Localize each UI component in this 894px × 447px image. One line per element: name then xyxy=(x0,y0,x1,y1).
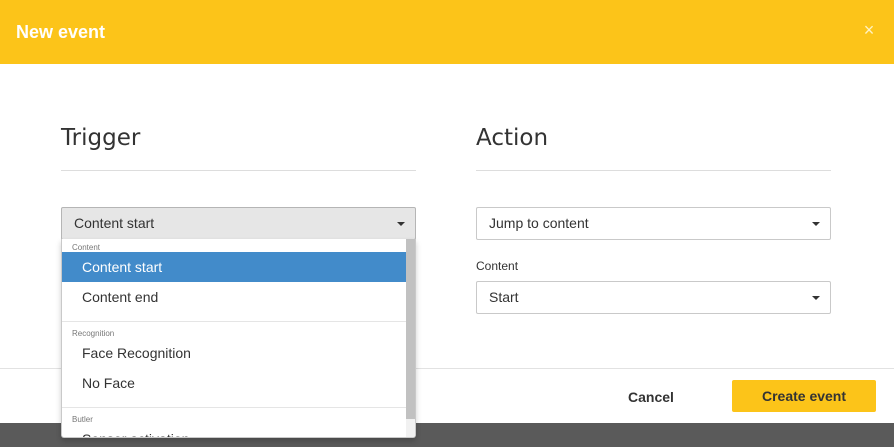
close-icon[interactable]: × xyxy=(858,18,880,42)
trigger-select[interactable]: Content start xyxy=(61,207,416,240)
action-select-value: Jump to content xyxy=(489,215,589,231)
trigger-divider xyxy=(61,170,416,171)
content-field-label: Content xyxy=(476,259,519,273)
create-event-button[interactable]: Create event xyxy=(732,380,876,412)
option-sensor-activation[interactable]: Sensor activation xyxy=(62,424,406,437)
action-divider xyxy=(476,170,831,171)
group-separator xyxy=(62,321,406,322)
content-select-value: Start xyxy=(489,289,519,305)
cancel-button[interactable]: Cancel xyxy=(616,381,686,413)
trigger-title: Trigger xyxy=(61,125,141,151)
trigger-dropdown-list[interactable]: Content Content start Content end Recogn… xyxy=(61,239,416,438)
option-no-face[interactable]: No Face xyxy=(62,368,406,398)
dropdown-scrollbar-thumb[interactable] xyxy=(406,239,415,419)
action-title: Action xyxy=(476,125,549,151)
caret-down-icon xyxy=(397,222,405,226)
content-select[interactable]: Start xyxy=(476,281,831,314)
option-content-start[interactable]: Content start xyxy=(62,252,406,282)
option-face-recognition[interactable]: Face Recognition xyxy=(62,338,406,368)
modal-header: New event × xyxy=(0,0,894,64)
trigger-select-value: Content start xyxy=(74,215,155,231)
group-separator xyxy=(62,407,406,408)
modal-title: New event xyxy=(16,22,106,42)
option-content-end[interactable]: Content end xyxy=(62,282,406,312)
caret-down-icon xyxy=(812,296,820,300)
action-select[interactable]: Jump to content xyxy=(476,207,831,240)
caret-down-icon xyxy=(812,222,820,226)
